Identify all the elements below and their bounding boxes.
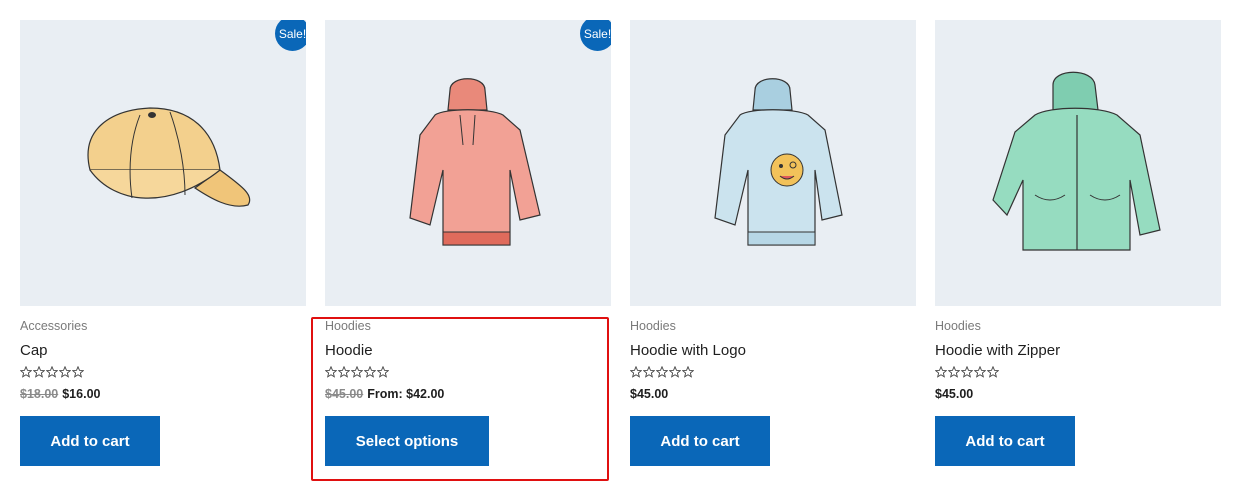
old-price: $18.00 [20, 387, 59, 401]
product-card-hoodie: Sale! Hoodies Hoodie $45.00 From: $42.00 … [325, 20, 611, 466]
rating-stars [630, 366, 916, 380]
star-empty-icon [351, 366, 363, 378]
star-empty-icon [46, 366, 58, 378]
star-empty-icon [72, 366, 84, 378]
star-empty-icon [987, 366, 999, 378]
star-empty-icon [656, 366, 668, 378]
star-empty-icon [377, 366, 389, 378]
product-image-hoodie[interactable]: Sale! [325, 20, 611, 306]
sale-badge: Sale! [275, 20, 306, 51]
product-category: Hoodies [630, 319, 676, 333]
current-price: $45.00 [630, 387, 669, 401]
product-card-hoodie-with-zipper: Hoodies Hoodie with Zipper $45.00 Add to… [935, 20, 1221, 466]
rating-stars [20, 366, 306, 380]
star-empty-icon [682, 366, 694, 378]
star-empty-icon [33, 366, 45, 378]
product-card-hoodie-with-logo: Hoodies Hoodie with Logo $45.00 Add to c… [630, 20, 916, 466]
rating-stars [935, 366, 1221, 380]
product-title[interactable]: Hoodie with Zipper [935, 342, 1060, 360]
product-image-hoodie-with-logo[interactable] [630, 20, 916, 306]
star-empty-icon [961, 366, 973, 378]
current-price: $45.00 [935, 387, 974, 401]
product-price: $45.00 [630, 386, 916, 402]
select-options-button[interactable]: Select options [325, 416, 489, 466]
current-price: From: $42.00 [367, 387, 445, 401]
product-title[interactable]: Cap [20, 342, 48, 360]
product-card-cap: Sale! Accessories Cap $18.00 $16.00 Add t… [20, 20, 306, 466]
product-image-hoodie-with-zipper[interactable] [935, 20, 1221, 306]
star-empty-icon [643, 366, 655, 378]
product-category: Hoodies [325, 319, 371, 333]
star-empty-icon [20, 366, 32, 378]
product-title[interactable]: Hoodie with Logo [630, 342, 746, 360]
star-empty-icon [630, 366, 642, 378]
product-price: $45.00 From: $42.00 [325, 386, 611, 402]
product-price: $45.00 [935, 386, 1221, 402]
sale-badge: Sale! [580, 20, 611, 51]
hoodie-image [409, 78, 541, 246]
star-empty-icon [974, 366, 986, 378]
product-category: Hoodies [935, 319, 981, 333]
hoodie-zipper-image [992, 71, 1161, 251]
star-empty-icon [325, 366, 337, 378]
star-empty-icon [364, 366, 376, 378]
star-empty-icon [669, 366, 681, 378]
cap-image [87, 107, 251, 207]
add-to-cart-button[interactable]: Add to cart [935, 416, 1075, 466]
star-empty-icon [935, 366, 947, 378]
product-price: $18.00 $16.00 [20, 386, 306, 402]
star-empty-icon [59, 366, 71, 378]
product-image-cap[interactable]: Sale! [20, 20, 306, 306]
star-empty-icon [948, 366, 960, 378]
product-title[interactable]: Hoodie [325, 342, 373, 360]
star-empty-icon [338, 366, 350, 378]
hoodie-logo-image [714, 78, 843, 246]
product-category: Accessories [20, 319, 88, 333]
rating-stars [325, 366, 611, 380]
current-price: $16.00 [62, 387, 101, 401]
add-to-cart-button[interactable]: Add to cart [630, 416, 770, 466]
old-price: $45.00 [325, 387, 364, 401]
add-to-cart-button[interactable]: Add to cart [20, 416, 160, 466]
